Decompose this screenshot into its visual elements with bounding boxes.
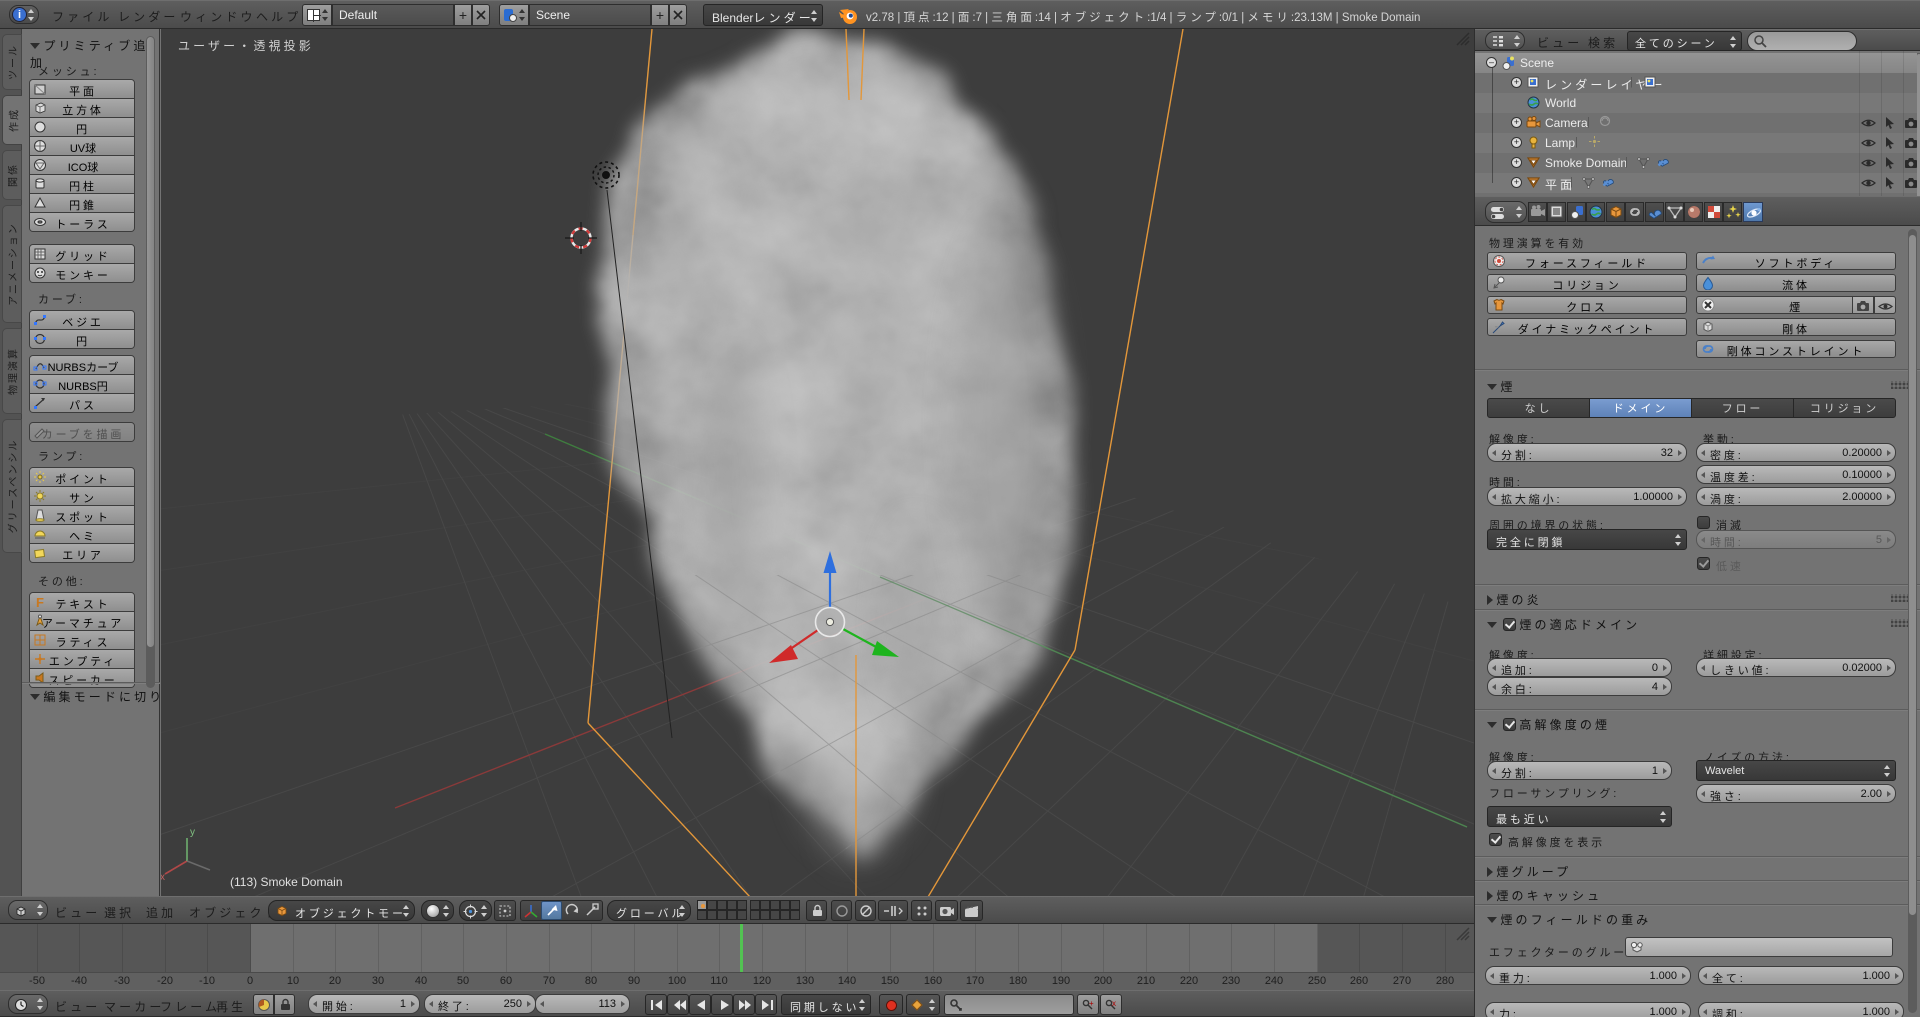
- svg-text:x: x: [161, 872, 165, 883]
- svg-text:+: +: [1089, 999, 1094, 1008]
- svg-text:F: F: [36, 595, 44, 609]
- svg-text:x: x: [1112, 999, 1116, 1008]
- svg-text:y: y: [190, 827, 195, 838]
